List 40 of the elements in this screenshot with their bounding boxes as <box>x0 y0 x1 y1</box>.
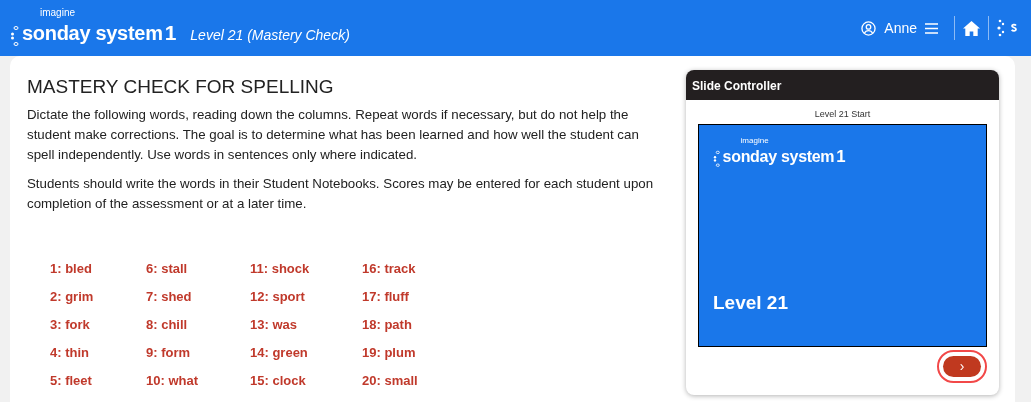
logo-icon[interactable] <box>997 18 1019 38</box>
logo-icon <box>713 150 721 168</box>
user-name[interactable]: Anne <box>884 17 917 39</box>
spelling-word: 4: thin <box>50 343 90 362</box>
spelling-word: 6: stall <box>146 259 189 278</box>
logo-number: 1 <box>836 145 846 168</box>
spelling-word: 15: clock <box>250 371 307 390</box>
menu-icon[interactable] <box>925 22 938 34</box>
spelling-word: 5: fleet <box>50 371 93 390</box>
spelling-word: 18: path <box>362 315 413 334</box>
spelling-word: 14: green <box>250 343 309 362</box>
instructions-text: Students should write the words in their Student Notebooks. Scores may be entered for each student upon completion of the assessment or at a later time. <box>27 174 655 213</box>
page-subtitle: Level 21 (Mastery Check) <box>190 25 350 45</box>
logo-icon <box>10 25 19 48</box>
spelling-word: 9: form <box>146 343 192 362</box>
spelling-word: 7: shed <box>146 287 193 306</box>
spelling-word: 16: track <box>362 259 417 278</box>
home-icon[interactable] <box>963 20 980 36</box>
logo-tagline: imagine <box>740 136 770 145</box>
logo-tagline: imagine <box>40 7 77 18</box>
spelling-word: 2: grim <box>50 287 95 306</box>
spelling-word: 13: was <box>250 315 298 334</box>
spelling-word: 1: bled <box>50 259 93 278</box>
spelling-word: 12: sport <box>250 287 306 306</box>
spelling-word: 3: fork <box>50 315 91 334</box>
page-title: MASTERY CHECK FOR SPELLING <box>27 76 335 99</box>
logo-number: 1 <box>164 19 177 46</box>
spelling-word: 11: shock <box>250 259 311 278</box>
slide-heading: Level 21 <box>713 291 789 315</box>
user-icon[interactable] <box>861 20 877 36</box>
spelling-word: 19: plum <box>362 343 417 362</box>
slide-caption: Level 21 Start <box>813 108 872 121</box>
logo-name: sonday system <box>22 22 163 43</box>
spelling-word: 17: fluff <box>362 287 410 306</box>
panel-title: Slide Controller <box>686 70 999 100</box>
instructions-text: Dictate the following words, reading down the columns. Repeat words if necessary, but do not help the student make corrections. The goal is to determine what has been learned and how well the student can spell independently. Use words in sentences only where indicated. <box>27 105 640 164</box>
spelling-word: 8: chill <box>146 315 189 334</box>
logo-name: sonday system <box>722 148 835 165</box>
spelling-word: 20: small <box>362 371 419 390</box>
spelling-word: 10: what <box>146 371 199 390</box>
